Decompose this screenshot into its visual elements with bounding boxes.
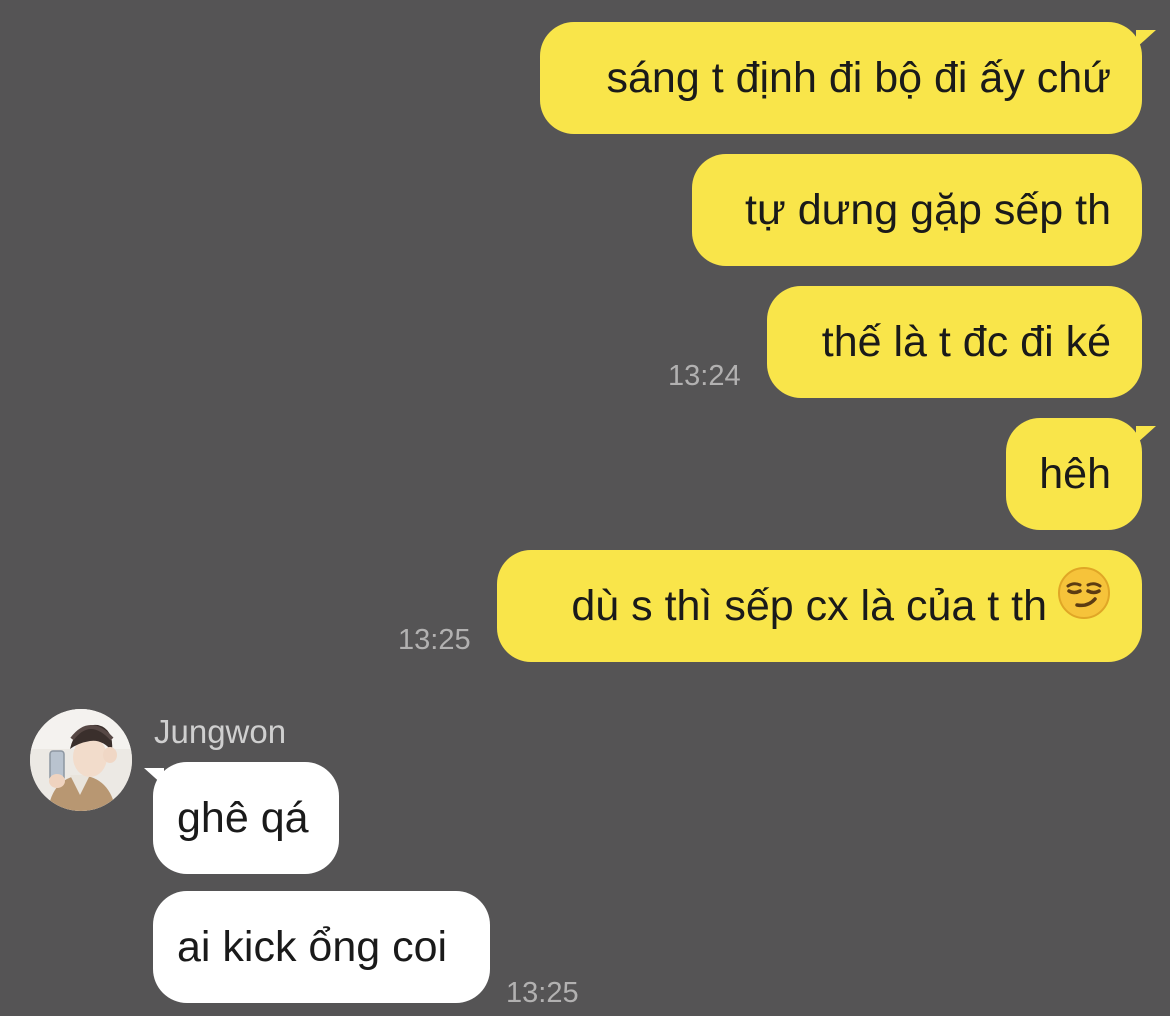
incoming-message[interactable]: ghê qá [153, 762, 339, 874]
message-timestamp: 13:25 [398, 624, 471, 656]
contact-name: Jungwon [154, 713, 287, 750]
chat-view: sáng t định đi bộ đi ấy chứ tự dưng gặp … [0, 0, 1170, 1016]
outgoing-message[interactable]: tự dưng gặp sếp th [692, 154, 1142, 266]
message-text: sáng t định đi bộ đi ấy chứ [606, 54, 1112, 102]
smirk-emoji-icon [1057, 550, 1111, 662]
bubble-tail [144, 768, 164, 786]
message-text: ai kick ổng coi [177, 923, 448, 971]
message-text: hêh [1039, 450, 1111, 498]
incoming-message[interactable]: ai kick ổng coi [153, 891, 490, 1003]
message-timestamp: 13:25 [506, 977, 579, 1009]
contact-avatar[interactable] [30, 709, 132, 811]
message-text: ghê qá [177, 794, 309, 842]
outgoing-message[interactable]: thế là t đc đi ké [767, 286, 1142, 398]
message-timestamp: 13:24 [668, 360, 741, 392]
bubble-tail [1136, 30, 1156, 48]
outgoing-message[interactable]: hêh [1006, 418, 1142, 530]
message-text: thế là t đc đi ké [821, 318, 1111, 366]
message-text: tự dưng gặp sếp th [745, 186, 1111, 234]
message-text: dù s thì sếp cx là của t th [571, 582, 1047, 630]
outgoing-message[interactable]: dù s thì sếp cx là của t th [497, 550, 1142, 662]
outgoing-message[interactable]: sáng t định đi bộ đi ấy chứ [540, 22, 1142, 134]
avatar-photo-icon [30, 709, 132, 811]
bubble-tail [1136, 426, 1156, 444]
